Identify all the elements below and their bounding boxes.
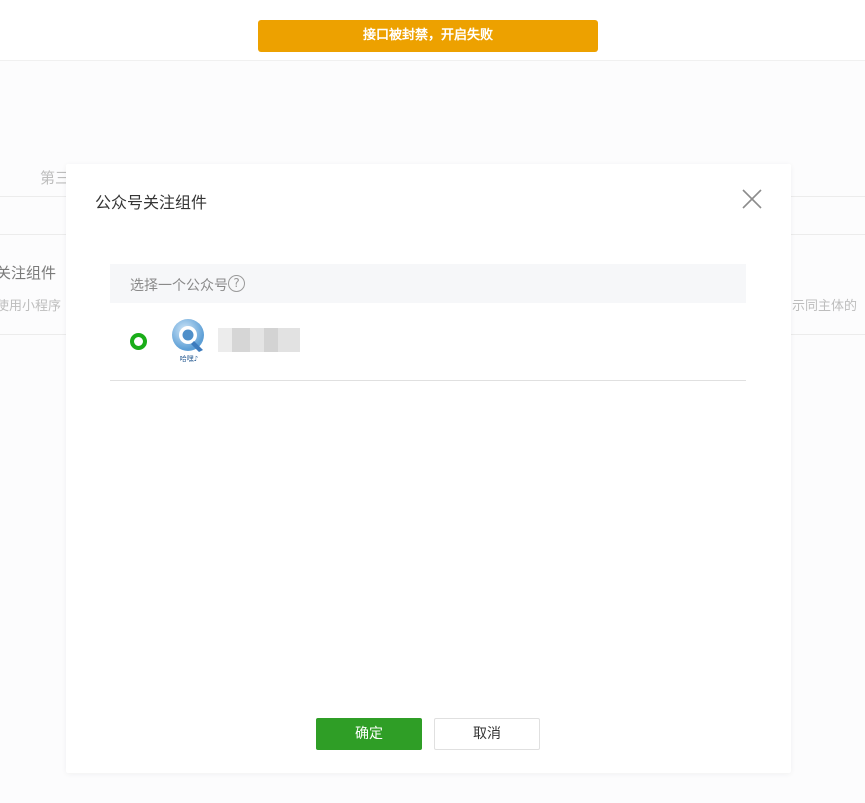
- account-list-header-label: 选择一个公众号: [130, 278, 228, 294]
- account-list-item[interactable]: 哈嘿♪: [110, 303, 746, 381]
- follow-component-dialog: 公众号关注组件 选择一个公众号 ? 哈嘿♪ 确定 取消: [66, 164, 791, 773]
- account-name-redacted: [218, 328, 300, 352]
- account-radio-selected[interactable]: [130, 333, 147, 350]
- error-toast: 接口被封禁，开启失败: [258, 20, 598, 52]
- dialog-title: 公众号关注组件: [95, 193, 208, 212]
- account-list-header: 选择一个公众号 ?: [110, 264, 746, 303]
- confirm-button[interactable]: 确定: [316, 718, 422, 750]
- background-description-right: 示同主体的: [792, 299, 858, 314]
- avatar-caption: 哈嘿♪: [180, 354, 198, 363]
- q-logo-icon: 哈嘿♪: [172, 319, 204, 363]
- help-icon[interactable]: ?: [228, 275, 245, 292]
- close-icon-glyph: [742, 189, 762, 209]
- page: 接口被封禁，开启失败 第三 关注组件 使用小程序 示同主体的 公众号关注组件 选…: [0, 0, 865, 803]
- close-icon[interactable]: [739, 186, 765, 212]
- cancel-button[interactable]: 取消: [434, 718, 540, 750]
- background-section-title: 关注组件: [0, 264, 57, 282]
- background-description-left: 使用小程序: [0, 299, 62, 314]
